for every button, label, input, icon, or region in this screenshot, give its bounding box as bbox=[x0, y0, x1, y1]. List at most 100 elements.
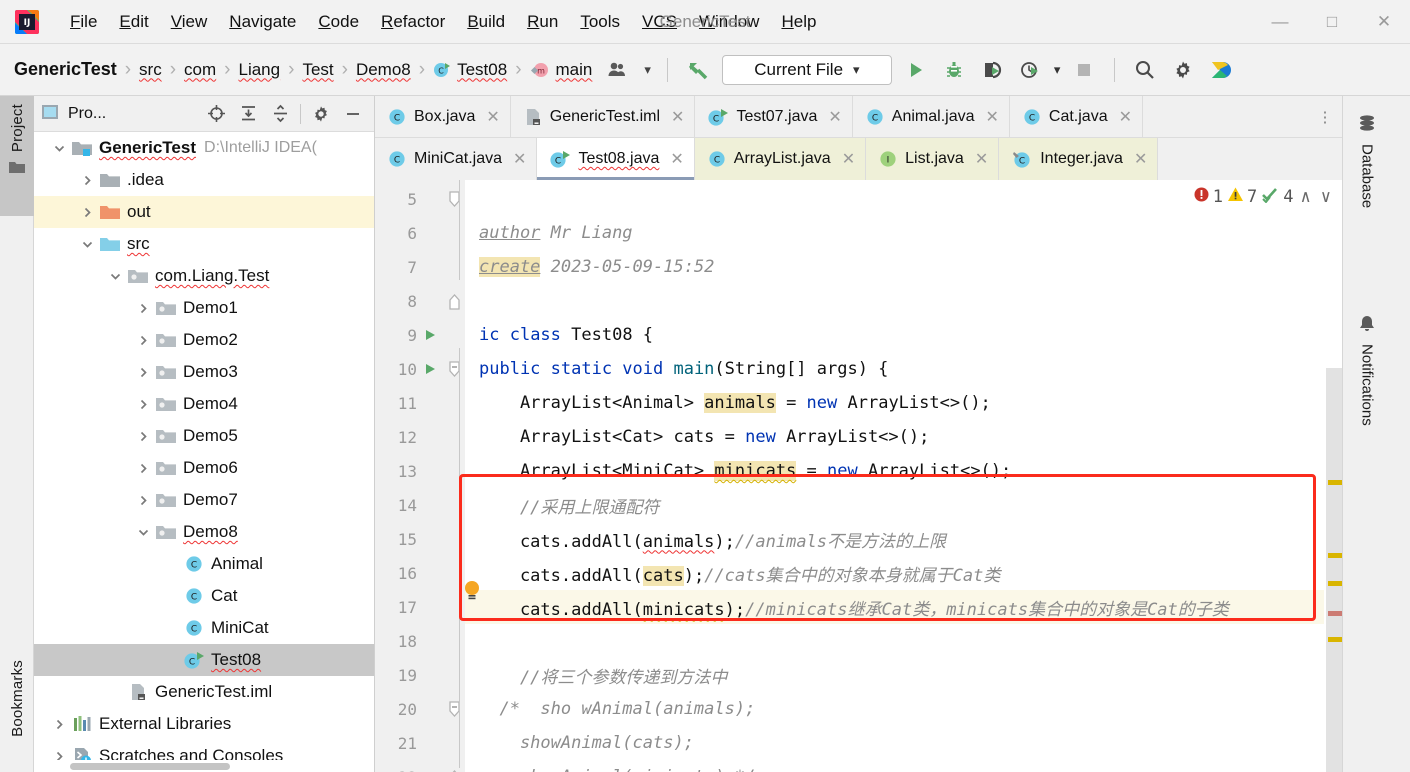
gutter-line-6[interactable]: 6 bbox=[375, 216, 465, 250]
chevron-right-icon[interactable] bbox=[48, 718, 70, 731]
chevron-down-icon[interactable] bbox=[132, 526, 154, 539]
chevron-right-icon[interactable] bbox=[48, 750, 70, 760]
menu-item-refactor[interactable]: Refactor bbox=[371, 8, 455, 36]
chevron-right-icon[interactable] bbox=[132, 494, 154, 507]
chevron-right-icon[interactable] bbox=[132, 462, 154, 475]
close-icon[interactable]: ✕ bbox=[486, 107, 499, 127]
chevron-right-icon[interactable] bbox=[132, 430, 154, 443]
code-line-16[interactable]: cats.addAll(cats);//cats集合中的对象本身就属于Cat类 bbox=[465, 556, 1342, 590]
editor-tab-test08-java[interactable]: C Test08.java ✕ bbox=[537, 138, 695, 180]
gutter-line-7[interactable]: 7 bbox=[375, 250, 465, 284]
warning-count-group[interactable]: 7 bbox=[1227, 186, 1257, 208]
menu-item-run[interactable]: Run bbox=[517, 8, 568, 36]
chevron-right-icon[interactable] bbox=[132, 334, 154, 347]
minimize-button[interactable]: — bbox=[1254, 0, 1306, 44]
editor-tab-animal-java[interactable]: C Animal.java ✕ bbox=[853, 96, 1010, 137]
code-line-17[interactable]: cats.addAll(minicats);//minicats继承Cat类，m… bbox=[465, 590, 1342, 624]
gutter-line-12[interactable]: 12 bbox=[375, 420, 465, 454]
sidebar-item-database[interactable]: Database bbox=[1357, 104, 1377, 208]
close-icon[interactable]: ✕ bbox=[842, 149, 855, 169]
tree-item-demo7[interactable]: Demo7 bbox=[34, 484, 374, 516]
editor-tab-generictest-iml[interactable]: GenericTest.iml ✕ bbox=[511, 96, 696, 137]
tree-item-out[interactable]: out bbox=[34, 196, 374, 228]
menu-item-code[interactable]: Code bbox=[308, 8, 369, 36]
menu-bar[interactable]: File Edit View Navigate Code Refactor Bu… bbox=[60, 8, 826, 36]
fold-marker-open[interactable] bbox=[443, 700, 465, 718]
gutter-line-21[interactable]: 21 bbox=[375, 726, 465, 760]
gutter-line-5[interactable]: 5 bbox=[375, 182, 465, 216]
close-button[interactable]: ✕ bbox=[1358, 0, 1410, 44]
chevron-down-icon[interactable] bbox=[76, 238, 98, 251]
editor-tab-row-1[interactable]: C Box.java ✕ GenericTest.iml ✕ C Test07.java ✕ C… bbox=[375, 96, 1342, 138]
gutter-line-9[interactable]: 9 bbox=[375, 318, 465, 352]
chevron-right-icon[interactable] bbox=[76, 206, 98, 219]
error-count-group[interactable]: 1 bbox=[1193, 186, 1223, 208]
tree-item-demo2[interactable]: Demo2 bbox=[34, 324, 374, 356]
tree-item-generictest[interactable]: GenericTest D:\IntelliJ IDEA( bbox=[34, 132, 374, 164]
sidebar-item-project[interactable]: Project bbox=[0, 96, 34, 216]
code-line-22[interactable]: showAnimal(minicats);*/ bbox=[465, 760, 1342, 772]
code-line-11[interactable]: ArrayList<Animal> animals = new ArrayLis… bbox=[465, 386, 1342, 420]
chevron-down-icon[interactable] bbox=[104, 270, 126, 283]
breadcrumb-item-test08[interactable]: C Test08 bbox=[433, 60, 507, 80]
inspection-ok-group[interactable]: 4 bbox=[1261, 186, 1294, 208]
code-line-20[interactable]: /* sho wAnimal(animals); bbox=[465, 692, 1342, 726]
search-everywhere-icon[interactable] bbox=[1131, 56, 1159, 84]
code-line-14[interactable]: //采用上限通配符 bbox=[465, 488, 1342, 522]
tab-list-more-icon[interactable]: ⋮ bbox=[1308, 96, 1342, 137]
menu-item-vcs[interactable]: VCS bbox=[632, 8, 687, 36]
code-line-12[interactable]: ArrayList<Cat> cats = new ArrayList<>(); bbox=[465, 420, 1342, 454]
fold-marker-open[interactable] bbox=[443, 360, 465, 378]
breadcrumb-item-demo8[interactable]: Demo8 bbox=[356, 60, 411, 80]
previous-problem-button[interactable]: ∧ bbox=[1298, 187, 1314, 207]
menu-item-window[interactable]: Window bbox=[689, 8, 769, 36]
close-icon[interactable]: ✕ bbox=[828, 107, 841, 127]
editor-tab-integer-java[interactable]: C Integer.java ✕ bbox=[999, 138, 1159, 180]
tree-item-demo3[interactable]: Demo3 bbox=[34, 356, 374, 388]
profiler-dropdown-caret[interactable]: ▾ bbox=[1054, 62, 1061, 78]
green-arrow-up-icon[interactable] bbox=[684, 56, 712, 84]
tree-item-demo4[interactable]: Demo4 bbox=[34, 388, 374, 420]
code-line-9[interactable]: ic class Test08 { bbox=[465, 318, 1342, 352]
breadcrumb-item-main[interactable]: m main bbox=[530, 60, 592, 80]
editor-tab-list-java[interactable]: I List.java ✕ bbox=[866, 138, 1000, 180]
code-line-21[interactable]: showAnimal(cats); bbox=[465, 726, 1342, 760]
user-profile-icon[interactable] bbox=[606, 56, 634, 84]
gutter-line-15[interactable]: 15 bbox=[375, 522, 465, 556]
close-icon[interactable]: ✕ bbox=[670, 149, 683, 169]
tree-item-scratches-and-consoles[interactable]: Scratches and Consoles bbox=[34, 740, 374, 760]
menu-item-edit[interactable]: Edit bbox=[109, 8, 158, 36]
tree-item--idea[interactable]: .idea bbox=[34, 164, 374, 196]
gutter-line-14[interactable]: 14 bbox=[375, 488, 465, 522]
code-text-layer[interactable]: author Mr Liang create 2023-05-09-15:52 ic… bbox=[465, 180, 1342, 772]
sidebar-item-notifications[interactable]: Notifications bbox=[1357, 304, 1377, 426]
menu-item-file[interactable]: File bbox=[60, 8, 107, 36]
project-tree[interactable]: GenericTest D:\IntelliJ IDEA(.idea out src c… bbox=[34, 132, 374, 760]
editor-gutter[interactable]: 5 6 7 8 9 10 11 12 13 14 15 16 17 18 19 20 21 22 bbox=[375, 180, 465, 772]
close-icon[interactable]: ✕ bbox=[671, 107, 684, 127]
gutter-run-icon[interactable] bbox=[417, 328, 443, 342]
settings-gear-icon[interactable] bbox=[1169, 56, 1197, 84]
gutter-line-20[interactable]: 20 bbox=[375, 692, 465, 726]
code-line-6[interactable]: author Mr Liang bbox=[465, 216, 1342, 250]
debug-bug-icon[interactable] bbox=[940, 56, 968, 84]
gutter-line-17[interactable]: 17 bbox=[375, 590, 465, 624]
tree-item-src[interactable]: src bbox=[34, 228, 374, 260]
chevron-right-icon[interactable] bbox=[132, 366, 154, 379]
gutter-line-11[interactable]: 11 bbox=[375, 386, 465, 420]
code-line-8[interactable] bbox=[465, 284, 1342, 318]
code-line-18[interactable] bbox=[465, 624, 1342, 658]
hide-panel-icon[interactable] bbox=[338, 99, 368, 129]
breadcrumb-item-test[interactable]: Test bbox=[302, 60, 333, 80]
menu-item-navigate[interactable]: Navigate bbox=[219, 8, 306, 36]
fold-marker-close[interactable] bbox=[443, 293, 465, 310]
error-stripe-mark[interactable] bbox=[1328, 637, 1342, 642]
next-problem-button[interactable]: ∨ bbox=[1318, 187, 1334, 207]
settings-gear-icon[interactable] bbox=[306, 99, 336, 129]
code-line-19[interactable]: //将三个参数传递到方法中 bbox=[465, 658, 1342, 692]
scroll-from-source-icon[interactable] bbox=[201, 99, 231, 129]
code-line-7[interactable]: create 2023-05-09-15:52 bbox=[465, 250, 1342, 284]
chevron-down-icon[interactable] bbox=[48, 142, 70, 155]
gutter-line-16[interactable]: 16 bbox=[375, 556, 465, 590]
tree-item-demo5[interactable]: Demo5 bbox=[34, 420, 374, 452]
